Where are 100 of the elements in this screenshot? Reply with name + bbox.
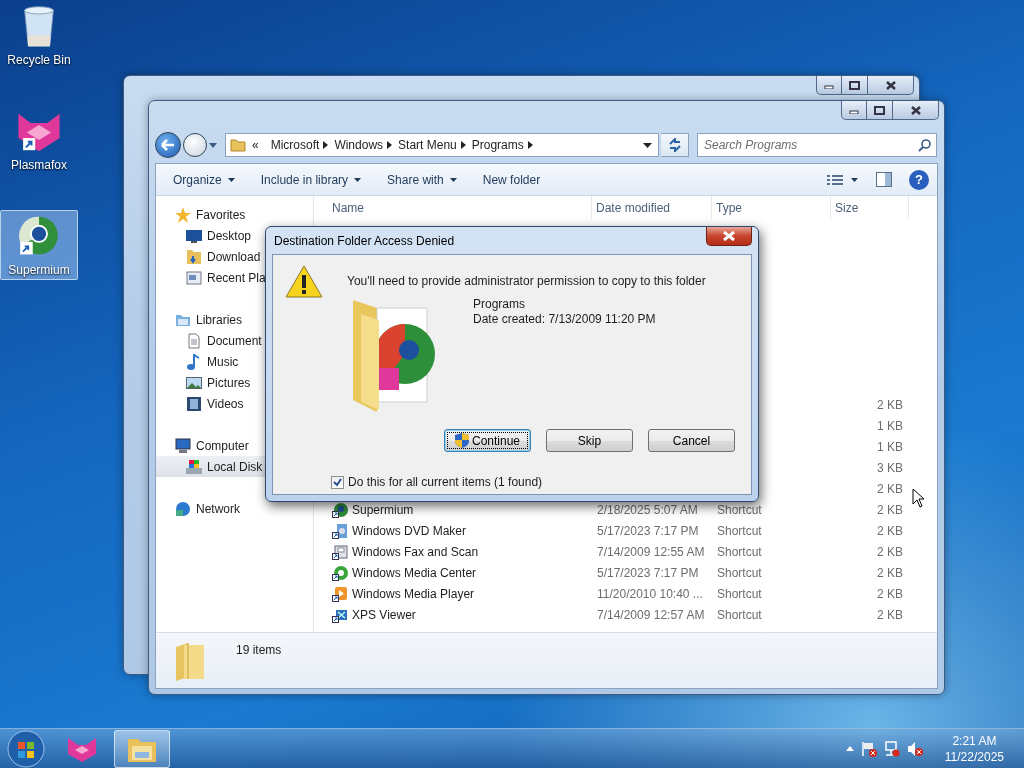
- column-header[interactable]: Type: [712, 196, 831, 219]
- date-cell-text: 11/20/2010 10:40 ...: [596, 585, 704, 603]
- file-name[interactable]: Windows Media Player: [352, 584, 475, 603]
- close-button[interactable]: [868, 76, 914, 95]
- date-cell-text: 7/14/2009 12:57 AM: [596, 606, 706, 624]
- size-cell-text: 2 KB: [876, 522, 904, 540]
- forward-button[interactable]: [183, 133, 207, 157]
- action-center-button[interactable]: [860, 740, 877, 757]
- file-name[interactable]: Windows DVD Maker: [352, 521, 467, 540]
- taskbar-button[interactable]: [114, 729, 170, 768]
- toolbar-button[interactable]: Include in library: [251, 167, 371, 192]
- caret-icon: [209, 142, 217, 148]
- dialog-title: Destination Folder Access Denied: [273, 232, 456, 250]
- dialog-message: You'll need to provide administrator permission to copy to this folder: [347, 273, 707, 290]
- show-hidden-icons-button[interactable]: [845, 746, 854, 751]
- checkbox[interactable]: [331, 475, 344, 489]
- close-icon: [910, 105, 921, 115]
- date-cell-text: 7/14/2009 12:55 AM: [596, 543, 706, 561]
- picture-icon: [186, 374, 202, 391]
- file-name[interactable]: XPS Viewer: [352, 605, 416, 624]
- star-icon: [175, 206, 191, 223]
- type-cell-text: Shortcut: [716, 585, 763, 603]
- up-caret-icon: [845, 746, 854, 751]
- help-button[interactable]: ?: [909, 169, 929, 190]
- size-cell-text: 2 KB: [876, 396, 904, 414]
- breadcrumb-link[interactable]: Microsoft: [264, 136, 324, 154]
- type-cell-text: Shortcut: [716, 501, 763, 519]
- caret-icon: [354, 177, 362, 182]
- chevron-right-icon: [323, 141, 329, 149]
- date-cell-text: 2/18/2025 5:07 AM: [596, 501, 699, 519]
- chevron-right-icon: [527, 141, 533, 149]
- size-cell-text: 2 KB: [876, 564, 904, 582]
- size-cell-text: 2 KB: [876, 585, 904, 603]
- checkbox-label[interactable]: Do this for all current items (1 found): [348, 473, 543, 491]
- size-cell-text: 1 KB: [876, 438, 904, 456]
- size-cell-text: 3 KB: [876, 459, 904, 477]
- type-cell-text: Shortcut: [716, 564, 763, 582]
- toolbar-button[interactable]: Share with: [378, 167, 466, 192]
- network-icon: [175, 500, 191, 517]
- caret-icon: [227, 177, 235, 182]
- type-cell-text: Shortcut: [716, 522, 763, 540]
- column-header[interactable]: Date modified: [592, 196, 712, 219]
- warning-icon: [285, 265, 323, 299]
- breadcrumb-link[interactable]: Programs: [465, 136, 528, 154]
- refresh-button[interactable]: [661, 133, 689, 157]
- maximize-button[interactable]: [867, 101, 893, 120]
- close-icon: [885, 80, 896, 90]
- speaker-muted-icon: [906, 740, 924, 757]
- network-icon: [883, 740, 900, 757]
- shortcut-icon: [332, 564, 348, 581]
- address-bar[interactable]: « Microsoft Windows Start Menu Programs: [225, 133, 659, 157]
- file-name[interactable]: Windows Media Center: [352, 563, 477, 582]
- dialog-button[interactable]: Skip: [546, 429, 633, 452]
- desktop-shortcut[interactable]: Recycle Bin: [0, 0, 78, 70]
- shield-icon: [454, 433, 469, 448]
- clock[interactable]: 2:21 AM 11/22/2025: [938, 732, 1010, 765]
- size-cell-text: 2 KB: [876, 543, 904, 561]
- desktop-shortcut[interactable]: Plasmafox: [0, 105, 78, 175]
- size-cell-text: 2 KB: [876, 606, 904, 624]
- caret-icon: [449, 177, 457, 182]
- close-button[interactable]: [706, 227, 752, 246]
- size-cell-text: 2 KB: [876, 501, 904, 519]
- toolbar-button[interactable]: Organize: [164, 167, 244, 192]
- maximize-button[interactable]: [842, 76, 868, 95]
- computer-icon: [175, 437, 191, 454]
- folder-icon: [230, 138, 246, 152]
- list-view-icon: [827, 173, 843, 186]
- volume-button[interactable]: [906, 740, 924, 757]
- date-cell-text: 5/17/2023 7:17 PM: [596, 522, 700, 540]
- network-tray-button[interactable]: [883, 740, 900, 757]
- column-header[interactable]: Name: [314, 196, 592, 219]
- shortcut-icon: [332, 522, 348, 539]
- flag-icon: [860, 740, 877, 757]
- mouse-pointer-icon: [912, 488, 925, 508]
- folder-name: Programs: [473, 297, 526, 312]
- windows-logo-icon: [7, 729, 45, 768]
- item-count: 19 items: [236, 642, 282, 659]
- left-arrow-icon: [161, 139, 175, 151]
- file-name[interactable]: Supermium: [352, 500, 414, 519]
- overflow-chevron[interactable]: «: [246, 136, 265, 154]
- nav-item[interactable]: Favorites: [156, 204, 313, 225]
- file-name[interactable]: Windows Fax and Scan: [352, 542, 479, 561]
- column-header[interactable]: Size: [831, 196, 909, 219]
- dialog-button[interactable]: Continue: [444, 429, 531, 452]
- document-icon: [186, 332, 202, 349]
- minimize-button[interactable]: [841, 101, 867, 120]
- toolbar-button[interactable]: New folder: [473, 167, 550, 192]
- close-button[interactable]: [893, 101, 939, 120]
- film-icon: [186, 395, 202, 412]
- search-field[interactable]: Search Programs: [697, 133, 937, 157]
- music-note-icon: [186, 353, 202, 370]
- dialog-button[interactable]: Cancel: [648, 429, 735, 452]
- caret-icon: [851, 177, 858, 182]
- back-button[interactable]: [155, 132, 181, 158]
- hard-disk-icon: [186, 458, 202, 475]
- maximize-icon: [874, 105, 885, 115]
- dropdown-caret-icon: [643, 142, 652, 148]
- minimize-button[interactable]: [816, 76, 842, 95]
- breadcrumb-link[interactable]: Windows: [328, 136, 388, 154]
- breadcrumb-link[interactable]: Start Menu: [392, 136, 461, 154]
